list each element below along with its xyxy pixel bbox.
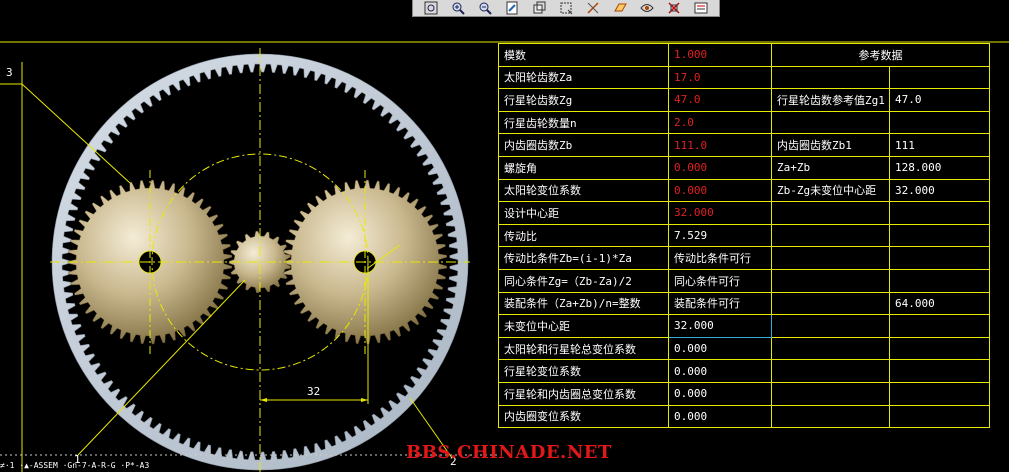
- param-label: 内齿圈变位系数: [498, 404, 669, 429]
- param-value: 0.000: [668, 381, 772, 406]
- table-row: 行星轮齿数Zg 47.0 行星轮齿数参考值Zg1 47.0: [498, 88, 990, 112]
- table-row: 内齿圈变位系数 0.000: [498, 404, 990, 429]
- table-row: 同心条件Zg=（Zb-Za)/2 同心条件可行: [498, 268, 990, 293]
- param-label: 螺旋角: [498, 155, 669, 180]
- param-value: 0.000: [668, 359, 772, 383]
- reference-label: [771, 268, 890, 293]
- status-line: ≠·1 ·▲-ASSEM ·Gn-7-A-R-G ·P*-A3: [0, 461, 150, 470]
- reference-value: 64.000: [889, 291, 990, 316]
- table-row: 未变位中心距 32.000: [498, 314, 990, 338]
- param-label: 装配条件（Za+Zb)/n=整数: [498, 291, 669, 316]
- param-value: 2.0: [668, 110, 772, 135]
- reference-value: [889, 223, 990, 248]
- reference-value: [889, 359, 990, 383]
- param-value: 32.000: [668, 314, 772, 338]
- table-row: 传动比条件Zb=(i-1)*Za 传动比条件可行: [498, 246, 990, 270]
- reference-label: [771, 359, 890, 383]
- param-label: 太阳轮齿数Za: [498, 65, 669, 90]
- param-value: 传动比条件可行: [668, 246, 772, 270]
- param-value: 0.000: [668, 155, 772, 180]
- reference-value: 32.000: [889, 178, 990, 203]
- reference-label: [771, 223, 890, 248]
- param-value: 7.529: [668, 223, 772, 248]
- reference-value: [889, 404, 990, 429]
- reference-value: 111: [889, 133, 990, 157]
- table-row: 螺旋角 0.000 Za+Zb 128.000: [498, 155, 990, 180]
- param-label: 未变位中心距: [498, 314, 669, 338]
- reference-label: 行星轮齿数参考值Zg1: [771, 88, 890, 112]
- reference-label: Zb-Zg未变位中心距: [771, 178, 890, 203]
- reference-label: [771, 381, 890, 406]
- reference-label: Za+Zb: [771, 155, 890, 180]
- param-label: 模数: [498, 43, 669, 67]
- table-row: 行星轮和内齿圈总变位系数 0.000: [498, 381, 990, 406]
- param-value: 47.0: [668, 88, 772, 112]
- param-label: 设计中心距: [498, 201, 669, 225]
- reference-value: 47.0: [889, 88, 990, 112]
- param-label: 行星轮齿数Zg: [498, 88, 669, 112]
- param-label: 行星轮变位系数: [498, 359, 669, 383]
- reference-header: 参考数据: [771, 43, 990, 67]
- table-row: 太阳轮齿数Za 17.0: [498, 65, 990, 90]
- reference-label: [771, 201, 890, 225]
- param-label: 太阳轮变位系数: [498, 178, 669, 203]
- table-row: 太阳轮变位系数 0.000 Zb-Zg未变位中心距 32.000: [498, 178, 990, 203]
- table-row: 设计中心距 32.000: [498, 201, 990, 225]
- param-label: 内齿圈齿数Zb: [498, 133, 669, 157]
- param-value: 111.0: [668, 133, 772, 157]
- table-row: 内齿圈齿数Zb 111.0 内齿圈齿数Zb1 111: [498, 133, 990, 157]
- reference-value: [889, 110, 990, 135]
- param-value: 1.000: [668, 43, 772, 67]
- reference-label: [771, 314, 890, 338]
- param-value: 0.000: [668, 336, 772, 361]
- reference-value: [889, 268, 990, 293]
- param-value: 同心条件可行: [668, 268, 772, 293]
- reference-label: [771, 404, 890, 429]
- table-row: 装配条件（Za+Zb)/n=整数 装配条件可行 64.000: [498, 291, 990, 316]
- param-label: 传动比条件Zb=(i-1)*Za: [498, 246, 669, 270]
- reference-value: [889, 201, 990, 225]
- param-label: 行星齿轮数量n: [498, 110, 669, 135]
- reference-value: [889, 314, 990, 338]
- table-row: 行星轮变位系数 0.000: [498, 359, 990, 383]
- reference-label: [771, 291, 890, 316]
- reference-label: [771, 246, 890, 270]
- reference-label: [771, 336, 890, 361]
- reference-value: [889, 336, 990, 361]
- parameter-table: 模数 1.000 参考数据 太阳轮齿数Za 17.0 行星轮齿数Zg 47.0 行星轮齿数参考…: [498, 43, 990, 429]
- callout-3: 3: [6, 66, 13, 79]
- param-label: 行星轮和内齿圈总变位系数: [498, 381, 669, 406]
- watermark: BBS.CHINADE.NET: [406, 442, 612, 463]
- param-value: 17.0: [668, 65, 772, 90]
- table-row: 模数 1.000 参考数据: [498, 43, 990, 67]
- reference-label: 内齿圈齿数Zb1: [771, 133, 890, 157]
- table-row: 传动比 7.529: [498, 223, 990, 248]
- table-row: 行星齿轮数量n 2.0: [498, 110, 990, 135]
- reference-value: [889, 65, 990, 90]
- param-label: 太阳轮和行星轮总变位系数: [498, 336, 669, 361]
- param-value: 0.000: [668, 178, 772, 203]
- param-value: 装配条件可行: [668, 291, 772, 316]
- param-value: 32.000: [668, 201, 772, 225]
- param-label: 传动比: [498, 223, 669, 248]
- param-value: 0.000: [668, 404, 772, 429]
- dimension-32: 32: [307, 385, 321, 398]
- reference-label: [771, 65, 890, 90]
- reference-value: 128.000: [889, 155, 990, 180]
- table-row: 太阳轮和行星轮总变位系数 0.000: [498, 336, 990, 361]
- reference-label: [771, 110, 890, 135]
- reference-value: [889, 381, 990, 406]
- param-label: 同心条件Zg=（Zb-Za)/2: [498, 268, 669, 293]
- reference-value: [889, 246, 990, 270]
